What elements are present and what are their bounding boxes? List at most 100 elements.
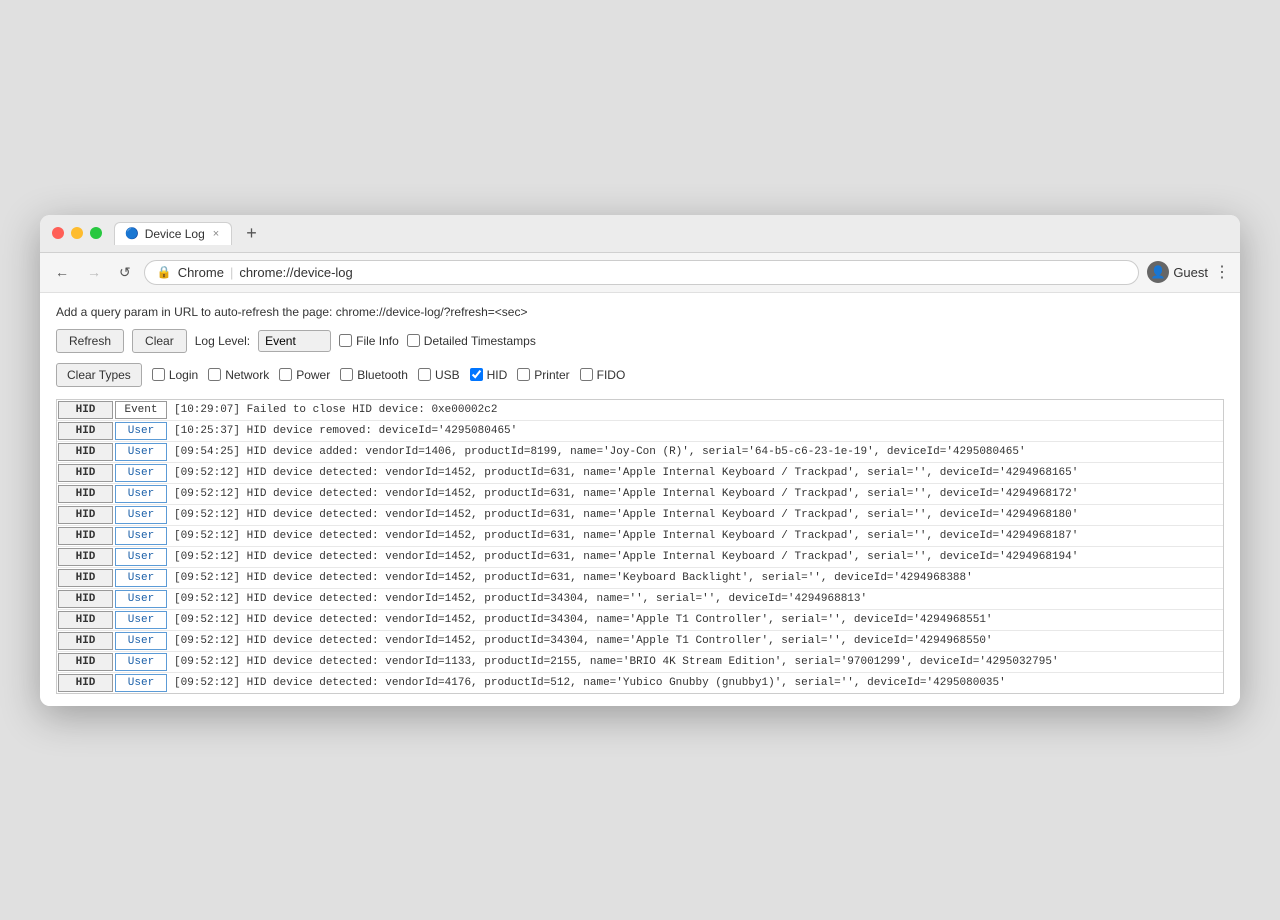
log-message-cell: [09:52:12] HID device detected: vendorId… xyxy=(168,568,1223,588)
filter-hid-checkbox[interactable] xyxy=(470,368,483,381)
url-separator: | xyxy=(230,265,233,280)
controls-row: Refresh Clear Log Level: Event Debug Inf… xyxy=(56,329,1224,353)
log-message-cell: [09:52:12] HID device detected: vendorId… xyxy=(168,652,1223,672)
table-row: HIDUser[09:52:12] HID device detected: v… xyxy=(57,547,1223,568)
refresh-button[interactable]: Refresh xyxy=(56,329,124,353)
log-type-cell: HID xyxy=(58,632,113,650)
log-message-cell: [10:25:37] HID device removed: deviceId=… xyxy=(168,421,1223,441)
filter-network-checkbox[interactable] xyxy=(208,368,221,381)
log-level-select-wrapper: Event Debug Info Warning Error xyxy=(258,330,331,352)
log-level-cell[interactable]: User xyxy=(115,674,167,692)
filter-hid-label: HID xyxy=(487,368,508,382)
url-bar[interactable]: 🔒 Chrome | chrome://device-log xyxy=(144,260,1140,285)
log-table: HIDEvent[10:29:07] Failed to close HID d… xyxy=(56,399,1224,694)
filter-bluetooth[interactable]: Bluetooth xyxy=(340,368,408,382)
forward-button[interactable]: → xyxy=(82,262,106,282)
log-type-cell: HID xyxy=(58,506,113,524)
log-level-cell[interactable]: User xyxy=(115,548,167,566)
table-row: HIDUser[09:52:12] HID device detected: v… xyxy=(57,673,1223,693)
log-type-cell: HID xyxy=(58,590,113,608)
filter-fido-checkbox[interactable] xyxy=(580,368,593,381)
log-message-cell: [10:29:07] Failed to close HID device: 0… xyxy=(168,400,1223,420)
filter-power-label: Power xyxy=(296,368,330,382)
log-message-cell: [09:52:12] HID device detected: vendorId… xyxy=(168,673,1223,693)
log-type-cell: HID xyxy=(58,464,113,482)
log-level-cell[interactable]: User xyxy=(115,569,167,587)
log-message-cell: [09:52:12] HID device detected: vendorId… xyxy=(168,589,1223,609)
log-message-cell: [09:54:25] HID device added: vendorId=14… xyxy=(168,442,1223,462)
detailed-timestamps-label: Detailed Timestamps xyxy=(424,334,536,348)
clear-types-button[interactable]: Clear Types xyxy=(56,363,142,387)
log-level-cell[interactable]: User xyxy=(115,611,167,629)
traffic-lights xyxy=(52,227,102,239)
profile-button[interactable]: 👤 Guest xyxy=(1147,261,1208,283)
log-level-cell[interactable]: User xyxy=(115,590,167,608)
close-button[interactable] xyxy=(52,227,64,239)
menu-icon[interactable]: ⋮ xyxy=(1214,262,1230,282)
filter-login[interactable]: Login xyxy=(152,368,198,382)
filter-power-checkbox[interactable] xyxy=(279,368,292,381)
clear-button[interactable]: Clear xyxy=(132,329,187,353)
filter-usb[interactable]: USB xyxy=(418,368,460,382)
log-level-label: Log Level: xyxy=(195,334,250,348)
tab-close-icon[interactable]: × xyxy=(211,228,221,240)
table-row: HIDEvent[10:29:07] Failed to close HID d… xyxy=(57,400,1223,421)
secure-icon: 🔒 xyxy=(157,265,172,279)
profile-area: 👤 Guest ⋮ xyxy=(1147,261,1230,283)
detailed-timestamps-checkbox-label[interactable]: Detailed Timestamps xyxy=(407,334,536,348)
table-row: HIDUser[09:52:12] HID device detected: v… xyxy=(57,652,1223,673)
log-level-cell[interactable]: Event xyxy=(115,401,167,419)
table-row: HIDUser[09:52:12] HID device detected: v… xyxy=(57,526,1223,547)
filter-printer[interactable]: Printer xyxy=(517,368,569,382)
log-level-cell[interactable]: User xyxy=(115,506,167,524)
log-type-cell: HID xyxy=(58,422,113,440)
file-info-checkbox[interactable] xyxy=(339,334,352,347)
filter-login-checkbox[interactable] xyxy=(152,368,165,381)
new-tab-button[interactable]: + xyxy=(240,221,263,246)
log-level-cell[interactable]: User xyxy=(115,464,167,482)
maximize-button[interactable] xyxy=(90,227,102,239)
filter-hid[interactable]: HID xyxy=(470,368,508,382)
log-level-cell[interactable]: User xyxy=(115,632,167,650)
filter-network[interactable]: Network xyxy=(208,368,269,382)
log-level-cell[interactable]: User xyxy=(115,485,167,503)
file-info-checkbox-label[interactable]: File Info xyxy=(339,334,399,348)
back-button[interactable]: ← xyxy=(50,262,74,282)
filter-fido-label: FIDO xyxy=(597,368,626,382)
filter-bluetooth-label: Bluetooth xyxy=(357,368,408,382)
log-type-cell: HID xyxy=(58,485,113,503)
browser-window: 🔵 Device Log × + ← → ↺ 🔒 Chrome | chrome… xyxy=(40,215,1240,706)
detailed-timestamps-checkbox[interactable] xyxy=(407,334,420,347)
tab-bar: 🔵 Device Log × + xyxy=(114,221,1228,246)
log-message-cell: [09:52:12] HID device detected: vendorId… xyxy=(168,610,1223,630)
minimize-button[interactable] xyxy=(71,227,83,239)
log-type-cell: HID xyxy=(58,569,113,587)
table-row: HIDUser[09:52:12] HID device detected: v… xyxy=(57,484,1223,505)
titlebar: 🔵 Device Log × + xyxy=(40,215,1240,253)
log-level-cell[interactable]: User xyxy=(115,653,167,671)
page-content: Add a query param in URL to auto-refresh… xyxy=(40,293,1240,706)
filter-row: Clear Types Login Network Power Bluetoot… xyxy=(56,363,1224,387)
table-row: HIDUser[09:52:12] HID device detected: v… xyxy=(57,505,1223,526)
log-type-cell: HID xyxy=(58,548,113,566)
log-level-select[interactable]: Event Debug Info Warning Error xyxy=(258,330,331,352)
log-message-cell: [09:52:12] HID device detected: vendorId… xyxy=(168,631,1223,651)
log-type-cell: HID xyxy=(58,611,113,629)
log-level-cell[interactable]: User xyxy=(115,422,167,440)
filter-printer-checkbox[interactable] xyxy=(517,368,530,381)
addressbar: ← → ↺ 🔒 Chrome | chrome://device-log 👤 G… xyxy=(40,253,1240,293)
table-row: HIDUser[09:54:25] HID device added: vend… xyxy=(57,442,1223,463)
tab-icon: 🔵 xyxy=(125,227,139,240)
table-row: HIDUser[09:52:12] HID device detected: v… xyxy=(57,463,1223,484)
filter-power[interactable]: Power xyxy=(279,368,330,382)
log-level-cell[interactable]: User xyxy=(115,443,167,461)
profile-label: Guest xyxy=(1173,265,1208,280)
filter-fido[interactable]: FIDO xyxy=(580,368,626,382)
log-level-cell[interactable]: User xyxy=(115,527,167,545)
table-row: HIDUser[09:52:12] HID device detected: v… xyxy=(57,610,1223,631)
filter-usb-checkbox[interactable] xyxy=(418,368,431,381)
reload-button[interactable]: ↺ xyxy=(114,262,136,283)
filter-bluetooth-checkbox[interactable] xyxy=(340,368,353,381)
file-info-label: File Info xyxy=(356,334,399,348)
active-tab[interactable]: 🔵 Device Log × xyxy=(114,222,232,245)
